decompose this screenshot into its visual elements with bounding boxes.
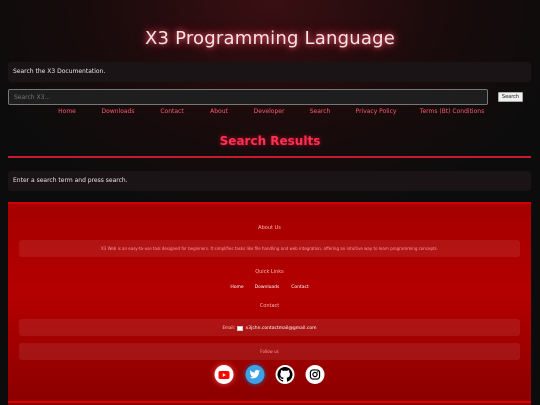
main-nav: Home Downloads Contact About Developer S… [0,108,540,118]
quick-links: Home Downloads Contact [8,285,531,293]
email-label: Email: [222,325,235,330]
nav-contact[interactable]: Contact [160,108,183,115]
intro-box: Search the X3 Documentation. [8,62,531,82]
follow-heading: Follow us [260,349,279,354]
search-bar: Search [8,89,531,105]
nav-search[interactable]: Search [310,108,331,115]
intro-text: Search the X3 Documentation. [13,68,106,75]
footer-link-contact[interactable]: Contact [291,285,309,290]
results-box: Enter a search term and press search. [8,171,531,191]
search-input[interactable] [8,89,488,105]
nav-privacy-policy[interactable]: Privacy Policy [356,108,397,115]
instagram-icon[interactable] [305,365,325,384]
twitter-icon[interactable] [245,365,265,384]
footer-link-home[interactable]: Home [230,285,243,290]
github-icon[interactable] [275,365,295,384]
title-divider [8,156,531,158]
mail-icon [237,325,244,331]
about-text: X3 Web is an easy-to-use tool designed f… [19,240,520,257]
footer: About Us X3 Web is an easy-to-use tool d… [8,202,531,405]
social-links [8,365,531,387]
footer-link-downloads[interactable]: Downloads [255,285,280,290]
footer-bottom-line [8,401,531,403]
follow-bar: Follow us [19,343,520,360]
quick-links-heading: Quick Links [255,269,284,275]
site-title: X3 Programming Language [145,28,395,49]
nav-home[interactable]: Home [58,108,76,115]
about-heading: About Us [258,225,281,231]
nav-developer[interactable]: Developer [254,108,285,115]
nav-downloads[interactable]: Downloads [102,108,135,115]
results-message: Enter a search term and press search. [13,177,128,184]
contact-heading: Contact [259,303,280,309]
email-link[interactable]: x3jchn.contactmail@gmail.com [246,326,317,331]
youtube-icon[interactable] [214,365,234,384]
nav-terms-conditions[interactable]: Terms (Bt) Conditions [420,108,484,115]
contact-bar: Email: x3jchn.contactmail@gmail.com [19,319,520,336]
search-results-title: Search Results [219,134,321,148]
search-button[interactable]: Search [498,92,523,102]
nav-about[interactable]: About [210,108,228,115]
